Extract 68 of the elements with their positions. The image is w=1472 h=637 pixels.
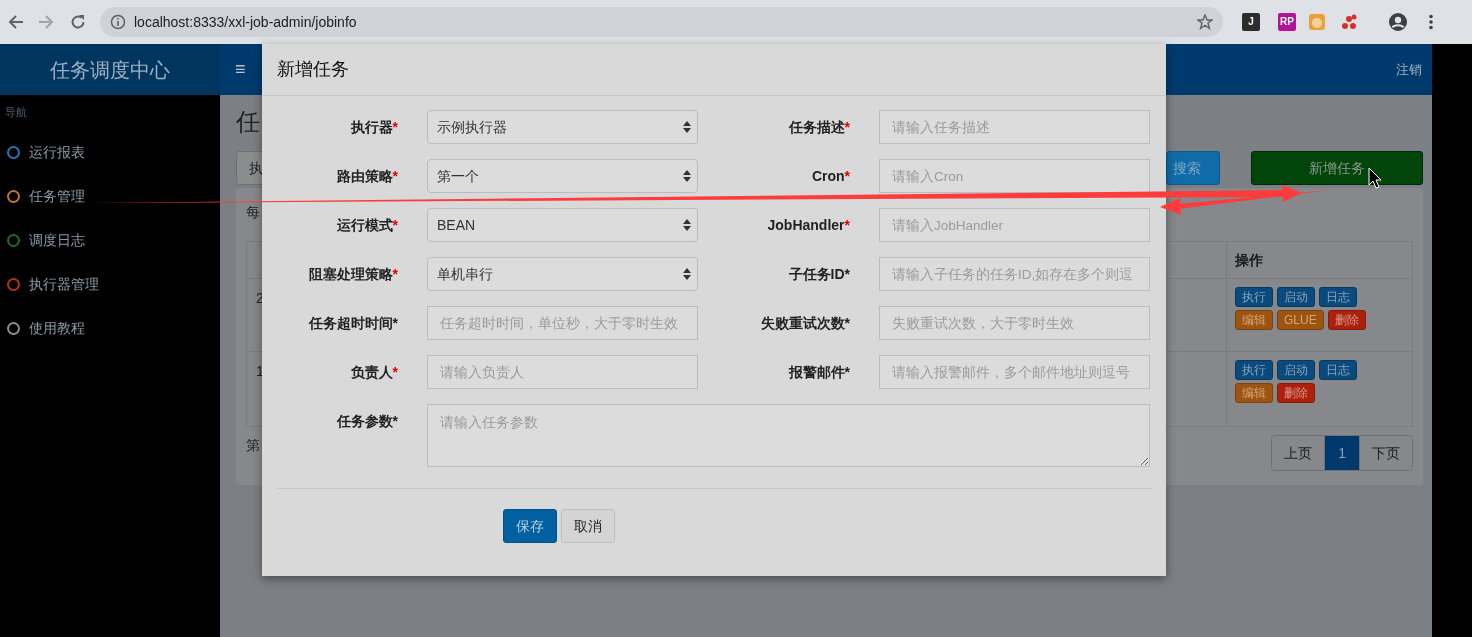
field-label: 任务描述* — [788, 117, 850, 137]
select-field[interactable]: BEAN — [427, 208, 698, 242]
profile-icon[interactable] — [1388, 12, 1408, 32]
select-field[interactable]: 单机串行 — [427, 257, 698, 291]
page-button[interactable]: 下页 — [1359, 436, 1412, 470]
input-field[interactable]: 请输入子任务的任务ID,如存在多个则逗 — [879, 257, 1150, 291]
sidebar-item[interactable]: 执行器管理 — [0, 262, 220, 306]
input-field[interactable]: 请输入负责人 — [427, 355, 698, 389]
reload-icon[interactable] — [70, 14, 86, 30]
action-button[interactable]: 删除 — [1327, 310, 1366, 330]
app-logo[interactable]: 任务调度中心 — [0, 44, 220, 95]
action-button[interactable]: GLUE — [1277, 310, 1324, 330]
extension-icon[interactable]: J — [1242, 13, 1260, 31]
field-label: 任务参数* — [336, 412, 398, 431]
action-button[interactable]: 日志 — [1319, 287, 1357, 307]
field-label: 失败重试次数* — [760, 313, 850, 333]
input-field[interactable]: 请输入报警邮件，多个邮件地址则逗号 — [879, 355, 1150, 389]
action-button[interactable]: 日志 — [1319, 360, 1357, 380]
field-label: JobHandler* — [767, 215, 850, 235]
page-button[interactable]: 1 — [1324, 436, 1359, 470]
info-icon — [110, 14, 126, 30]
column-header: 操作 — [1235, 252, 1263, 268]
select-field[interactable]: 第一个 — [427, 159, 698, 193]
cursor-icon — [1368, 167, 1382, 189]
field-label: 路由策略* — [336, 166, 398, 186]
field-label: 任务超时时间* — [308, 313, 398, 333]
star-icon[interactable] — [1197, 14, 1213, 30]
input-field[interactable]: 请输入Cron — [879, 159, 1150, 193]
field-label: Cron* — [811, 166, 850, 186]
field-label: 阻塞处理策略* — [308, 264, 398, 284]
input-field[interactable]: 任务超时时间，单位秒，大于零时生效 — [427, 306, 698, 340]
cancel-button[interactable]: 取消 — [561, 509, 615, 543]
select-field[interactable]: 示例执行器 — [427, 110, 698, 144]
textarea-field[interactable]: 请输入任务参数 — [427, 404, 1150, 467]
filter-button[interactable]: 执 — [236, 151, 262, 185]
action-button[interactable]: 执行 — [1235, 287, 1273, 307]
extension-icon[interactable]: RP — [1278, 13, 1296, 31]
page-title: 任 — [236, 107, 260, 137]
sidebar-item[interactable]: 运行报表 — [0, 130, 220, 174]
menu-toggle[interactable]: ≡ — [235, 56, 246, 83]
field-label: 报警邮件* — [788, 362, 850, 382]
field-label: 运行模式* — [336, 215, 398, 235]
menu-icon[interactable] — [1428, 14, 1434, 30]
panel-text: 每 — [246, 203, 260, 222]
sidebar-item[interactable]: 使用教程 — [0, 306, 220, 350]
logout-link[interactable]: 注销 — [1396, 59, 1422, 80]
sidebar-item[interactable]: 任务管理 — [0, 174, 220, 218]
action-button[interactable]: 编辑 — [1235, 310, 1273, 330]
input-field[interactable]: 失败重试次数，大于零时生效 — [879, 306, 1150, 340]
sidebar-item[interactable]: 调度日志 — [0, 218, 220, 262]
field-label: 执行器* — [350, 117, 398, 137]
back-icon[interactable] — [8, 14, 24, 30]
input-field[interactable]: 请输入任务描述 — [879, 110, 1150, 144]
action-button[interactable]: 执行 — [1235, 360, 1273, 380]
input-field[interactable]: 请输入JobHandler — [879, 208, 1150, 242]
modal-title: 新增任务 — [277, 58, 349, 81]
field-label: 子任务ID* — [788, 264, 850, 284]
action-button[interactable]: 启动 — [1277, 287, 1315, 307]
pagination-info: 第 — [246, 436, 260, 455]
address-bar[interactable]: localhost:8333/xxl-job-admin/jobinfo — [100, 7, 1223, 37]
sidebar-heading: 导航 — [4, 105, 28, 120]
action-button[interactable]: 编辑 — [1235, 383, 1273, 403]
field-label: 负责人* — [350, 362, 398, 382]
extension-icon[interactable] — [1340, 13, 1358, 31]
add-task-button[interactable]: 新增任务 — [1251, 151, 1423, 185]
action-button[interactable]: 删除 — [1277, 383, 1315, 403]
action-button[interactable]: 启动 — [1277, 360, 1315, 380]
save-button[interactable]: 保存 — [503, 509, 557, 543]
